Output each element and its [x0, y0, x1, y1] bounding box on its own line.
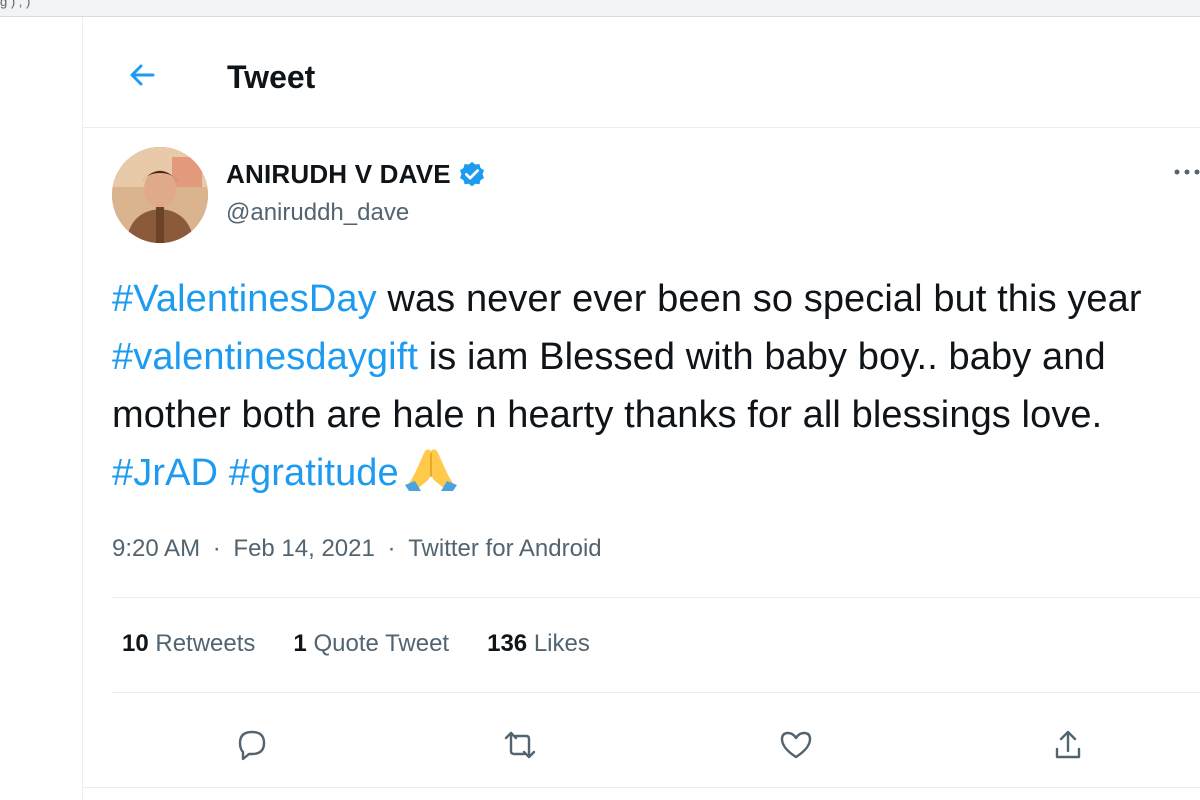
retweet-icon	[504, 731, 536, 759]
quote-tweets-stat[interactable]: 1 Quote Tweet	[293, 630, 449, 658]
like-button[interactable]	[774, 723, 818, 767]
heart-icon	[780, 731, 812, 759]
likes-count: 136	[487, 630, 528, 657]
bottom-divider	[83, 787, 1200, 788]
share-button[interactable]	[1046, 723, 1090, 767]
hashtag-jrad[interactable]: #JrAD	[112, 452, 218, 494]
tweet-source[interactable]: Twitter for Android	[408, 535, 601, 563]
share-icon	[1055, 730, 1081, 759]
tweet-text-segment: was never ever been so special but this …	[376, 278, 1142, 320]
author-name-wrap: ANIRUDH V DAVE	[226, 159, 487, 190]
quotes-label: Quote Tweet	[313, 630, 450, 657]
tweet-timestamp: 9:20 AM · Feb 14, 2021 · Twitter for And…	[112, 535, 602, 563]
tweet-header: Tweet	[83, 17, 1200, 128]
tweet-text-segment	[218, 452, 229, 494]
hashtag-valentinesday[interactable]: #ValentinesDay	[112, 278, 377, 320]
page-title: Tweet	[227, 59, 316, 95]
folded-hands-icon	[404, 449, 457, 491]
actions-top-divider	[112, 692, 1200, 693]
tweet-date[interactable]: Feb 14, 2021	[233, 535, 374, 563]
tweet-actions	[112, 715, 1200, 775]
tweet-author: ANIRUDH V DAVE @aniruddh_dave	[112, 145, 1200, 245]
retweets-count: 10	[122, 630, 149, 657]
engagement-stats: 10 Retweets 1 Quote Tweet 136 Likes	[122, 630, 628, 658]
likes-stat[interactable]: 136 Likes	[487, 630, 590, 658]
hashtag-gratitude[interactable]: #gratitude	[229, 452, 399, 494]
more-horizontal-icon[interactable]	[1172, 167, 1200, 177]
hashtag-valentinesdaygift[interactable]: #valentinesdaygift	[112, 336, 418, 378]
tweet-text: #ValentinesDay was never ever been so sp…	[112, 270, 1197, 502]
quotes-count: 1	[293, 630, 307, 657]
avatar[interactable]	[112, 147, 208, 243]
retweets-stat[interactable]: 10 Retweets	[122, 630, 255, 658]
separator-dot: ·	[212, 535, 221, 562]
author-name[interactable]: ANIRUDH V DAVE	[226, 159, 451, 190]
left-rail-divider	[82, 17, 83, 800]
tweet-time[interactable]: 9:20 AM	[112, 535, 200, 563]
browser-strip: g ) , )	[0, 0, 1200, 17]
verified-badge-icon	[459, 161, 484, 186]
retweet-button[interactable]	[498, 723, 542, 767]
likes-label: Likes	[533, 630, 590, 657]
reply-button[interactable]	[230, 723, 274, 767]
author-handle[interactable]: @aniruddh_dave	[226, 199, 409, 227]
retweets-label: Retweets	[155, 630, 256, 657]
stats-top-divider	[112, 597, 1200, 598]
avatar-image	[112, 147, 208, 243]
arrow-left-icon	[130, 64, 155, 86]
browser-crumb: g ) , )	[0, 0, 31, 9]
reply-icon	[238, 730, 266, 761]
separator-dot: ·	[387, 535, 396, 562]
back-button[interactable]	[123, 55, 163, 95]
